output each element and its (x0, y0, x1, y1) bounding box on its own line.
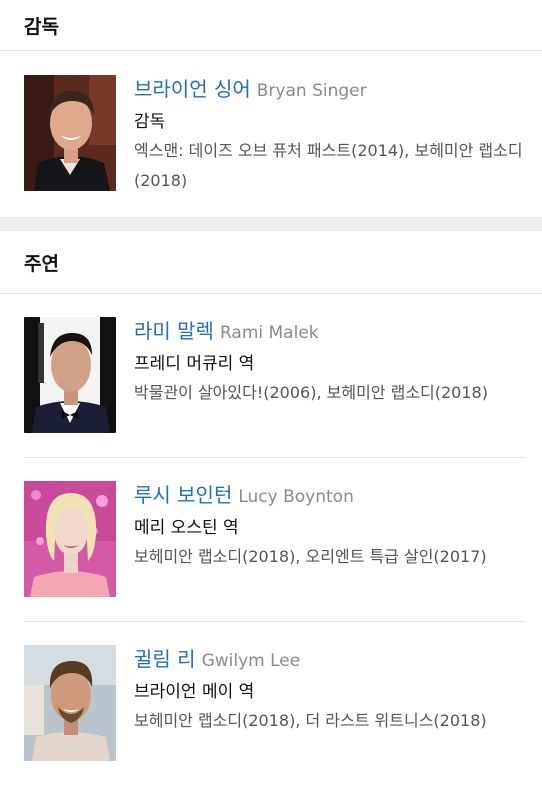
person-photo[interactable] (24, 481, 116, 597)
cast-section: 주연 라미 말렉 Rami Malek 프레디 머큐리 역 박물관이 살아있다!(… (0, 231, 542, 786)
person-role: 브라이언 메이 역 (134, 682, 255, 702)
section-divider (0, 217, 542, 231)
person-name-ko[interactable]: 귈림 리 (134, 647, 196, 671)
section-title-director: 감독 (0, 0, 542, 51)
person-filmography: 보헤미안 랩소디(2018), 오리엔트 특급 살인(2017) (134, 547, 487, 566)
person-filmography: 박물관이 살아있다!(2006), 보헤미안 랩소디(2018) (134, 383, 488, 402)
person-card-lucy-boynton[interactable]: 루시 보인턴 Lucy Boynton 메리 오스틴 역 보헤미안 랩소디(201… (0, 458, 542, 622)
section-title-cast: 주연 (0, 231, 542, 294)
person-photo[interactable] (24, 645, 116, 761)
person-card-bryan-singer[interactable]: 브라이언 싱어 Bryan Singer 감독 엑스맨: 데이즈 오브 퓨처 패스… (0, 51, 542, 217)
person-info: 귈림 리 Gwilym Lee 브라이언 메이 역 보헤미안 랩소디(2018),… (134, 644, 532, 736)
person-name-en: Lucy Boynton (238, 487, 354, 507)
person-name-en: Gwilym Lee (201, 651, 301, 671)
person-info: 브라이언 싱어 Bryan Singer 감독 엑스맨: 데이즈 오브 퓨처 패스… (134, 74, 532, 196)
person-role: 프레디 머큐리 역 (134, 354, 255, 374)
person-filmography: 엑스맨: 데이즈 오브 퓨처 패스트(2014), 보헤미안 랩소디(2018) (134, 141, 523, 190)
person-name-ko[interactable]: 브라이언 싱어 (134, 77, 251, 101)
person-name-en: Rami Malek (219, 323, 319, 343)
person-name-ko[interactable]: 루시 보인턴 (134, 483, 232, 507)
person-name-en: Bryan Singer (256, 81, 367, 101)
person-name-ko[interactable]: 라미 말렉 (134, 319, 214, 343)
person-photo[interactable] (24, 75, 116, 191)
person-role: 감독 (134, 112, 166, 132)
person-card-rami-malek[interactable]: 라미 말렉 Rami Malek 프레디 머큐리 역 박물관이 살아있다!(200… (0, 294, 542, 458)
director-section: 감독 브라이언 싱어 Bryan Singer 감독 엑스맨: 데이즈 오브 퓨처… (0, 0, 542, 217)
person-card-gwilym-lee[interactable]: 귈림 리 Gwilym Lee 브라이언 메이 역 보헤미안 랩소디(2018),… (0, 622, 542, 786)
person-filmography: 보헤미안 랩소디(2018), 더 라스트 위트니스(2018) (134, 711, 487, 730)
person-role: 메리 오스틴 역 (134, 518, 239, 538)
person-info: 루시 보인턴 Lucy Boynton 메리 오스틴 역 보헤미안 랩소디(201… (134, 480, 532, 572)
person-info: 라미 말렉 Rami Malek 프레디 머큐리 역 박물관이 살아있다!(200… (134, 316, 532, 408)
person-photo[interactable] (24, 317, 116, 433)
